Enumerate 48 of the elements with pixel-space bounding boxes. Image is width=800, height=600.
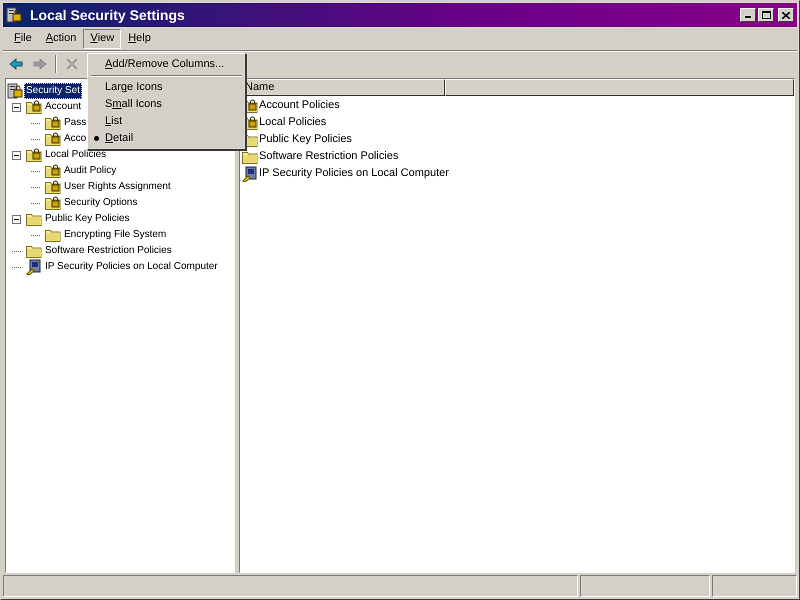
folder-icon xyxy=(26,212,42,226)
tree-item[interactable]: IP Security Policies on Local Computer xyxy=(43,259,220,275)
menu-item[interactable]: Action xyxy=(38,28,84,48)
tree-item[interactable]: Security Set xyxy=(24,83,82,99)
locked-folder-icon xyxy=(26,148,42,162)
tree-item[interactable]: Audit Policy xyxy=(62,163,118,179)
tree-item[interactable]: Local Policies xyxy=(43,147,108,163)
menu-item[interactable]: View xyxy=(83,28,122,48)
computer-key-icon xyxy=(242,166,258,182)
menu-option[interactable]: List xyxy=(88,113,245,130)
tree-item[interactable]: Encrypting File System xyxy=(62,227,168,243)
collapse-toggle[interactable] xyxy=(12,214,21,224)
close-icon xyxy=(782,12,790,18)
minimize-button[interactable] xyxy=(740,8,756,22)
security-settings-icon xyxy=(6,7,22,23)
security-settings-icon xyxy=(7,83,23,99)
tree-item[interactable]: Account xyxy=(43,99,84,115)
list-item[interactable]: Account Policies xyxy=(259,97,340,114)
menu-item[interactable]: Help xyxy=(121,28,158,48)
locked-folder-icon xyxy=(26,100,42,114)
locked-folder-icon xyxy=(45,132,61,146)
locked-folder-icon xyxy=(45,164,61,178)
tree-item[interactable]: Software Restriction Policies xyxy=(43,243,174,259)
menu-option[interactable]: Small Icons xyxy=(88,96,245,113)
folder-icon xyxy=(242,150,258,164)
locked-folder-icon xyxy=(45,180,61,194)
window-title: Local Security Settings xyxy=(30,6,185,25)
menu-option[interactable]: Add/Remove Columns... xyxy=(88,56,245,73)
list-item[interactable]: Public Key Policies xyxy=(259,131,352,148)
locked-folder-icon xyxy=(45,116,61,130)
computer-key-icon xyxy=(26,259,42,275)
maximize-button[interactable] xyxy=(758,8,774,22)
folder-icon xyxy=(45,228,61,242)
close-button[interactable] xyxy=(778,8,794,22)
tree-item[interactable]: Pass xyxy=(62,115,88,131)
tree-item[interactable]: Security Options xyxy=(62,195,140,211)
menu-option[interactable]: Detail xyxy=(88,130,245,147)
list-item[interactable]: IP Security Policies on Local Computer xyxy=(259,165,449,182)
menu-item[interactable]: File xyxy=(7,28,39,48)
collapse-toggle[interactable] xyxy=(12,102,21,112)
tree-item[interactable]: User Rights Assignment xyxy=(62,179,173,195)
locked-folder-icon xyxy=(45,196,61,210)
list-item[interactable]: Software Restriction Policies xyxy=(259,148,398,165)
list-item[interactable]: Local Policies xyxy=(259,114,326,131)
collapse-toggle[interactable] xyxy=(12,150,21,160)
tree-item[interactable]: Public Key Policies xyxy=(43,211,132,227)
tree-item[interactable]: Acco xyxy=(62,131,88,147)
folder-icon xyxy=(26,244,42,258)
